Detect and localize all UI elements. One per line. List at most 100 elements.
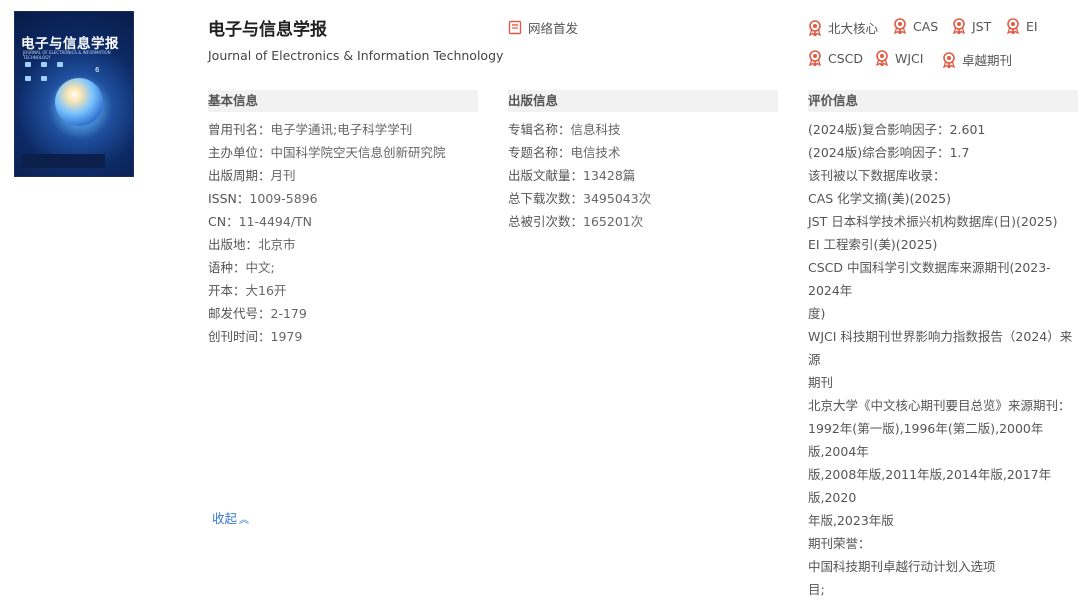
info-label: 语种：: [208, 260, 246, 275]
info-value: 11-4494/TN: [238, 214, 313, 229]
basic-info-list: 曾用刊名：电子学通讯;电子科学学刊 主办单位：中国科学院空天信息创新研究院 出版周期…: [208, 118, 446, 348]
info-label: 曾用刊名：: [208, 122, 271, 137]
eval-info-line: 该刊被以下数据库收录：: [808, 168, 946, 183]
info-label: 开本：: [208, 283, 246, 298]
eval-info-header: 评价信息: [808, 90, 1078, 112]
publish-info-row: 总被引次数：165201次: [508, 210, 651, 233]
info-value: 月刊: [270, 168, 296, 183]
publish-info-row: 出版文献量：13428篇: [508, 164, 651, 187]
publish-info-row: 专题名称：电信技术: [508, 141, 651, 164]
publish-info-row: 总下载次数：3495043次: [508, 187, 651, 210]
index-badge: JST: [952, 18, 991, 34]
journal-english-title: Journal of Electronics & Information Tec…: [208, 48, 504, 63]
index-badge-label: 北大核心: [828, 21, 879, 36]
award-ribbon-icon: [894, 18, 906, 34]
index-badge: 卓越期刊: [942, 50, 1012, 69]
cover-issue-number: 6: [95, 66, 100, 74]
publish-info-list: 专辑名称：信息科技 专题名称：电信技术 出版文献量：13428篇 总下载次数：3495…: [508, 118, 651, 233]
basic-info-row: ISSN：1009-5896: [208, 187, 446, 210]
info-value: 1979: [270, 329, 303, 344]
publish-info-header: 出版信息: [508, 90, 778, 112]
cover-icon: [25, 62, 31, 67]
index-badge-label: 卓越期刊: [962, 53, 1013, 68]
eval-info-line: 年版,2023年版: [808, 513, 894, 528]
info-value: 电信技术: [570, 145, 621, 160]
info-value: 中文;: [245, 260, 275, 275]
cover-icon: [25, 76, 31, 81]
eval-info-line: 期刊荣誉：: [808, 536, 871, 551]
collapse-link[interactable]: 收起 ︽: [212, 508, 249, 527]
eval-info-line: 中国科技期刊卓越行动计划入选项: [808, 559, 996, 574]
journal-cover-image: 电子与信息学报 JOURNAL OF ELECTRONICS & INFORMA…: [14, 11, 134, 177]
info-value: 13428篇: [583, 168, 636, 183]
online-first-label: 网络首发: [528, 21, 579, 36]
info-value: 电子学通讯;电子科学学刊: [270, 122, 413, 137]
index-badge: CAS: [893, 18, 938, 34]
index-badge-label: CSCD: [828, 50, 864, 66]
award-ribbon-icon: [809, 50, 821, 66]
info-label: 总下载次数：: [508, 191, 584, 206]
info-value: 165201次: [583, 214, 644, 229]
award-ribbon-icon: [1007, 18, 1019, 34]
eval-info-line: 期刊: [808, 375, 834, 390]
basic-info-row: CN：11-4494/TN: [208, 210, 446, 233]
eval-info-line: JST 日本科学技术振兴机构数据库(日)(2025): [808, 214, 1058, 229]
info-label: 出版文献量：: [508, 168, 584, 183]
index-badge-label: JST: [972, 18, 992, 34]
index-badge: CSCD: [808, 50, 863, 66]
online-first-icon: [508, 20, 522, 35]
info-label: 出版周期：: [208, 168, 271, 183]
info-label: 主办单位：: [208, 145, 271, 160]
award-ribbon-icon: [876, 50, 888, 66]
award-ribbon-icon: [809, 19, 821, 36]
award-ribbon-icon: [943, 51, 955, 68]
eval-info-line: CSCD 中国科学引文数据库来源期刊(2023-2024年: [808, 260, 1051, 298]
info-value: 大16开: [245, 283, 287, 298]
online-first-badge[interactable]: 网络首发: [508, 18, 578, 37]
index-badge: EI: [1006, 18, 1038, 34]
info-label: 出版地：: [208, 237, 259, 252]
basic-info-row: 创刊时间：1979: [208, 325, 446, 348]
info-label: ISSN：: [208, 191, 250, 206]
cover-icon: [57, 62, 63, 67]
eval-info-line: 1992年(第一版),1996年(第二版),2000年版,2004年: [808, 421, 1044, 459]
basic-info-row: 出版地：北京市: [208, 233, 446, 256]
index-badge-label: WJCI: [895, 50, 924, 66]
eval-info-line: 北京大学《中文核心期刊要目总览》来源期刊：: [808, 398, 1071, 413]
info-value: 3495043次: [583, 191, 652, 206]
basic-info-row: 语种：中文;: [208, 256, 446, 279]
eval-info-line: EI 工程索引(美)(2025): [808, 237, 938, 252]
eval-info-line: 目;: [808, 582, 825, 597]
info-label: 专辑名称：: [508, 122, 571, 137]
basic-info-header: 基本信息: [208, 90, 478, 112]
info-label: 创刊时间：: [208, 329, 271, 344]
eval-info-line: 度): [808, 306, 826, 321]
info-value: 2-179: [270, 306, 307, 321]
info-label: 邮发代号：: [208, 306, 271, 321]
index-badge-label: EI: [1026, 18, 1038, 34]
info-value: 中国科学院空天信息创新研究院: [270, 145, 446, 160]
basic-info-row: 主办单位：中国科学院空天信息创新研究院: [208, 141, 446, 164]
cover-footer-band: [21, 154, 105, 168]
award-ribbon-icon: [953, 18, 965, 34]
cover-icon: [41, 76, 47, 81]
double-chevron-up-icon: ︽: [239, 515, 250, 526]
info-value: 北京市: [258, 237, 296, 252]
eval-info-line: 版,2008年版,2011年版,2014年版,2017年版,2020: [808, 467, 1052, 505]
basic-info-row: 出版周期：月刊: [208, 164, 446, 187]
eval-info-line: WJCI 科技期刊世界影响力指数报告（2024）来源: [808, 329, 1073, 367]
basic-info-row: 曾用刊名：电子学通讯;电子科学学刊: [208, 118, 446, 141]
cover-globe-graphic: [55, 78, 103, 126]
index-badge: 北大核心: [808, 18, 878, 37]
eval-info-line: (2024版)综合影响因子：1.7: [808, 145, 970, 160]
info-value: 信息科技: [570, 122, 621, 137]
info-label: 总被引次数：: [508, 214, 584, 229]
cover-icon: [41, 62, 47, 67]
eval-info-line: (2024版)复合影响因子：2.601: [808, 122, 986, 137]
publish-info-row: 专辑名称：信息科技: [508, 118, 651, 141]
info-value: 1009-5896: [249, 191, 318, 206]
cover-title: 电子与信息学报: [21, 36, 119, 52]
info-label: 专题名称：: [508, 145, 571, 160]
eval-info-line: CAS 化学文摘(美)(2025): [808, 191, 952, 206]
journal-title: 电子与信息学报: [208, 20, 327, 40]
